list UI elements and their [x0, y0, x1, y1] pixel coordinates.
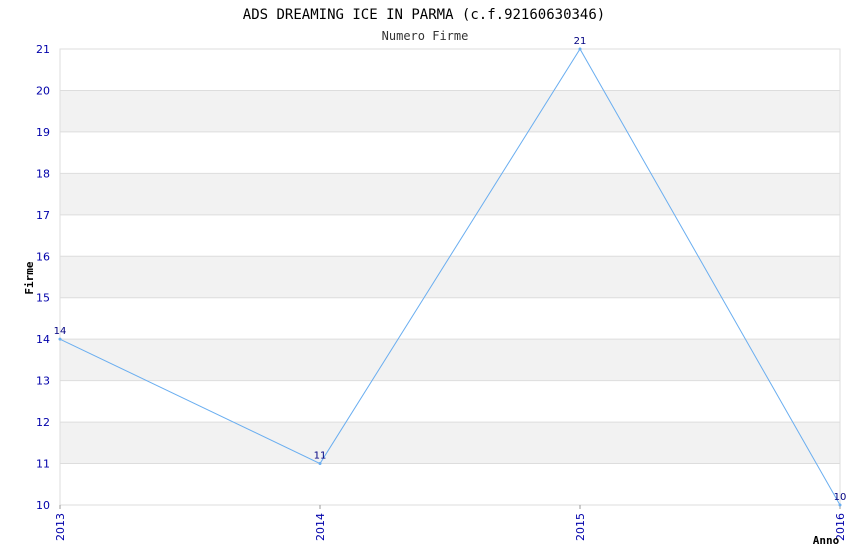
x-axis-ticks: 2013 2014 2015 2016 [54, 505, 847, 541]
plot-band [60, 256, 840, 298]
data-point [58, 337, 62, 341]
y-tick-label: 16 [36, 250, 50, 263]
plot-band [60, 173, 840, 215]
y-tick-label: 13 [36, 375, 50, 388]
x-tick-label: 2014 [314, 513, 327, 541]
y-axis-label: Firme [23, 261, 36, 294]
y-tick-label: 10 [36, 499, 50, 512]
y-tick-label: 14 [36, 333, 50, 346]
y-tick-label: 17 [36, 209, 50, 222]
y-tick-label: 21 [36, 43, 50, 56]
y-tick-label: 15 [36, 292, 50, 305]
plot-bands [60, 90, 840, 464]
y-axis-ticks: 10 11 12 13 14 15 16 17 18 19 20 21 [36, 43, 50, 512]
data-point [578, 47, 582, 51]
data-label: 14 [54, 326, 67, 337]
data-point [838, 503, 842, 507]
data-point [318, 462, 322, 466]
x-tick-label: 2015 [574, 513, 587, 541]
y-tick-label: 20 [36, 84, 50, 97]
plot-band [60, 90, 840, 132]
y-tick-label: 18 [36, 167, 50, 180]
chart-title: ADS DREAMING ICE IN PARMA (c.f.921606303… [243, 7, 605, 23]
y-tick-label: 19 [36, 126, 50, 139]
plot-band [60, 422, 840, 464]
chart: ADS DREAMING ICE IN PARMA (c.f.921606303… [23, 7, 847, 547]
chart-subtitle: Numero Firme [382, 29, 469, 43]
data-label: 11 [314, 451, 327, 462]
y-tick-label: 11 [36, 458, 50, 471]
x-tick-label: 2013 [54, 513, 67, 541]
data-label: 21 [574, 36, 587, 47]
plot-band [60, 339, 840, 381]
y-tick-label: 12 [36, 416, 50, 429]
x-axis-label: Anno [813, 534, 840, 547]
data-label: 10 [834, 492, 847, 503]
